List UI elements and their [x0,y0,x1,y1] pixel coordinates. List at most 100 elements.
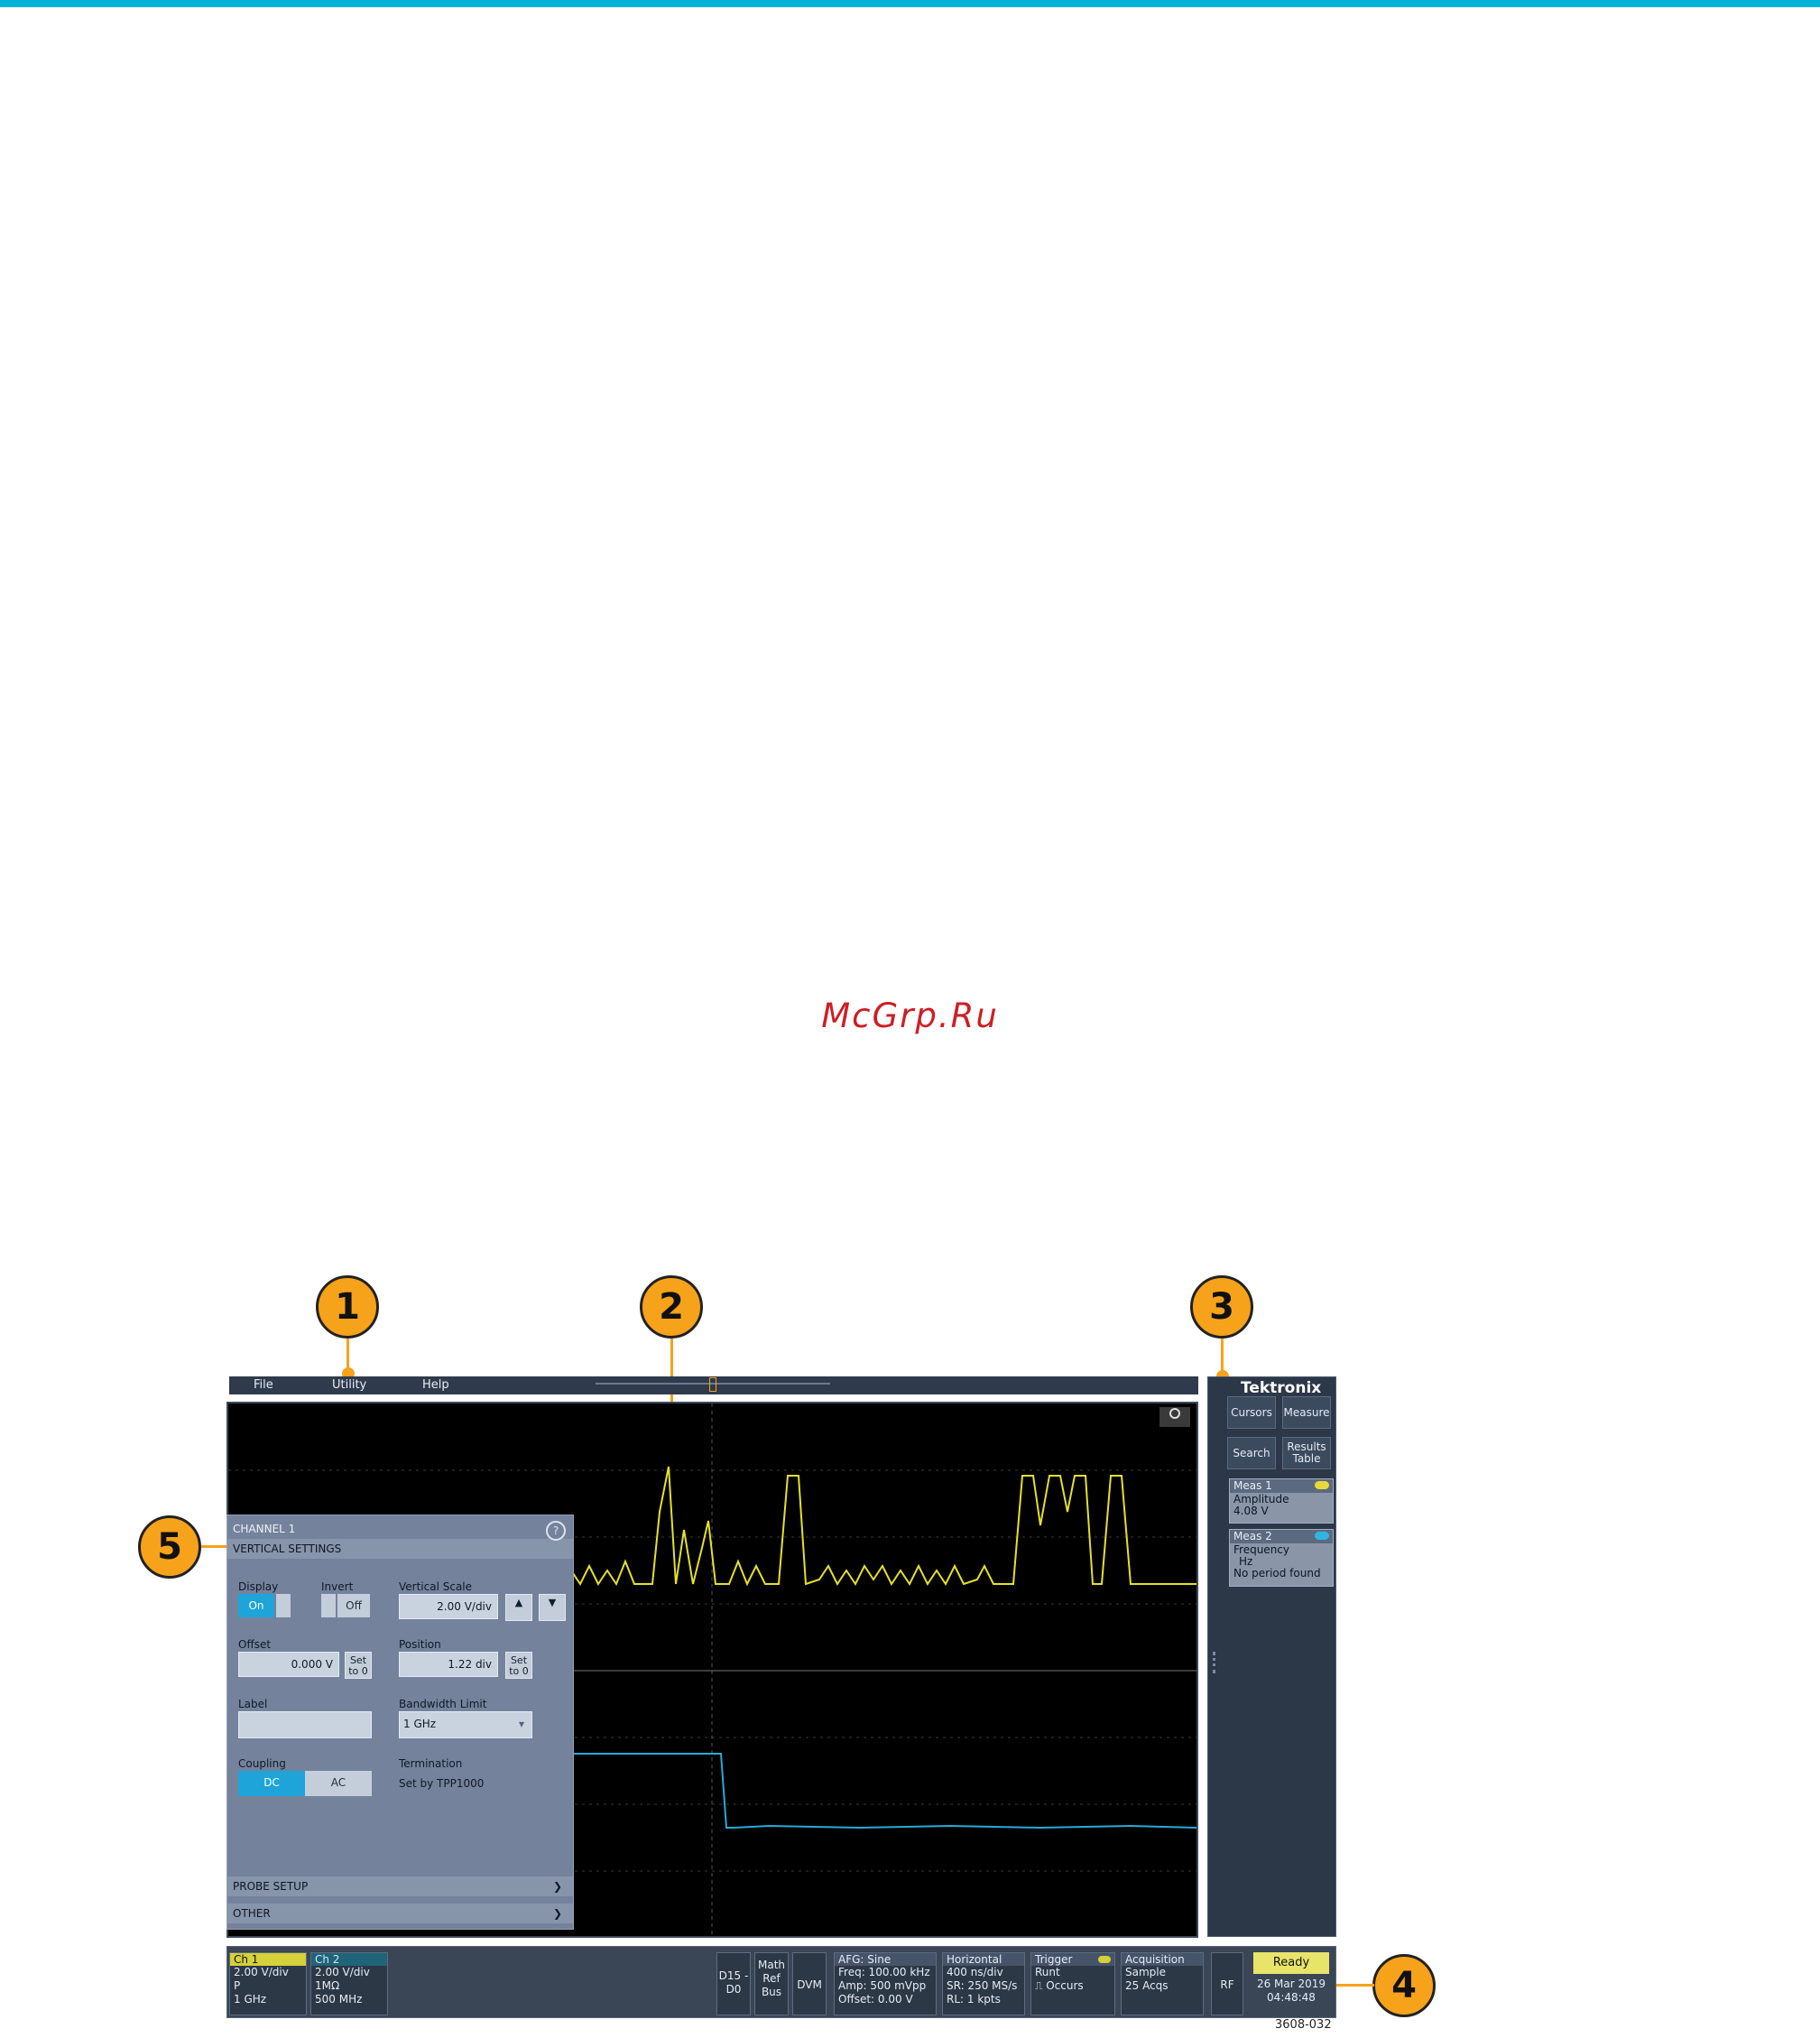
meas-1-value: 4.08 V [1233,1505,1269,1517]
meas-1-source-badge [1315,1481,1329,1489]
trigger-title: Trigger [1035,1953,1073,1966]
acquisition-title: Acquisition [1122,1953,1203,1966]
chevron-right-icon: ❯ [552,1880,562,1893]
cursors-button[interactable]: Cursors [1227,1396,1276,1429]
ch2-badge[interactable]: Ch 2 2.00 V/div 1MΩ 500 MHz [310,1952,388,2015]
scale-up-button[interactable]: ▲ [505,1594,532,1621]
trigger-badge[interactable]: Trigger Runt ⎍ Occurs [1030,1952,1115,2015]
acquisition-badge[interactable]: Acquisition Sample 25 Acqs [1121,1952,1204,2015]
coupling-dc-toggle[interactable]: DC [238,1771,305,1796]
horizontal-scale: 400 ns/div [947,1966,1003,1978]
horizontal-sample-rate: SR: 250 MS/s [947,1979,1018,1992]
dialog-title: CHANNEL 1 [233,1523,296,1535]
help-icon[interactable]: ? [546,1521,566,1541]
meas-2-source-badge [1315,1532,1329,1540]
chevron-down-icon: ▾ [518,1718,524,1730]
invert-label: Invert [321,1580,354,1593]
display-off-toggle[interactable] [276,1594,291,1617]
ch2-impedance: 1MΩ [315,1979,340,1992]
time-text: 04:48:48 [1267,1991,1316,2004]
acquisition-count: 25 Acqs [1125,1979,1169,1992]
menu-file[interactable]: File [254,1378,273,1392]
probe-setup-label: PROBE SETUP [233,1880,309,1893]
measure-button[interactable]: Measure [1282,1396,1331,1429]
termination-value: Set by TPP1000 [399,1777,485,1790]
meas-2-title: Meas 2 [1233,1530,1272,1542]
panel-drag-handle[interactable] [1213,1652,1218,1673]
vertical-scale-label: Vertical Scale [399,1580,473,1593]
meas-1-title: Meas 1 [1233,1479,1272,1492]
callout-3-leader [1221,1339,1224,1375]
afg-badge[interactable]: AFG: Sine Freq: 100.00 kHz Amp: 500 mVpp… [834,1952,937,2015]
menu-help[interactable]: Help [422,1378,449,1392]
scale-down-button[interactable]: ▼ [539,1594,566,1621]
ch2-trace [562,1753,1197,1830]
meas-2-status: No period found [1233,1567,1321,1579]
trigger-condition: ⎍ Occurs [1035,1979,1084,1992]
vertical-scale-input[interactable]: 2.00 V/div [399,1594,498,1619]
results-table-button[interactable]: Results Table [1282,1437,1331,1469]
offset-set-to-0-button[interactable]: Set to 0 [345,1652,372,1679]
menu-utility[interactable]: Utility [332,1378,366,1392]
callout-3: 3 [1190,1275,1253,1339]
acquisition-status-ready: Ready [1253,1952,1329,1974]
label-input[interactable] [238,1711,372,1738]
channel-1-dialog: CHANNEL 1 VERTICAL SETTINGS Display On I… [226,1515,574,1930]
figure-id: 3608-032 [1275,2018,1332,2032]
dvm-button[interactable]: DVM [792,1952,827,2015]
coupling-label: Coupling [238,1757,286,1770]
scope-figure: 1 2 3 4 5 File Utility Help CHANNEL 1 VE… [0,0,1820,2038]
date-text: 26 Mar 2019 [1256,1978,1326,1990]
afg-frequency: Freq: 100.00 kHz [838,1966,930,1978]
meas-1-badge[interactable]: Meas 1 Amplitude 4.08 V [1229,1478,1334,1524]
horizontal-record-length: RL: 1 kpts [947,1993,1001,2006]
position-set-to-0-button[interactable]: Set to 0 [505,1652,532,1679]
trigger-type: Runt [1035,1966,1060,1978]
bandwidth-limit-select[interactable]: 1 GHz ▾ [399,1711,532,1738]
termination-label: Termination [399,1757,463,1770]
digital-channels-button[interactable]: D15 -D0 [716,1952,751,2015]
chevron-right-icon: ❯ [552,1907,562,1920]
probe-setup-header[interactable]: PROBE SETUP ❯ [227,1876,573,1896]
afg-amplitude: Amp: 500 mVpp [838,1979,927,1992]
offset-input[interactable]: 0.000 V [238,1652,339,1677]
ch1-title: Ch 1 [230,1953,306,1966]
magnifier-icon[interactable] [1169,1408,1180,1419]
afg-title: AFG: Sine [835,1953,936,1966]
vertical-settings-header[interactable]: VERTICAL SETTINGS [227,1539,573,1559]
ch1-probe: P [234,1979,241,1992]
ch1-badge[interactable]: Ch 1 2.00 V/div P 1 GHz [229,1952,307,2015]
ch1-scale: 2.00 V/div [234,1966,289,1978]
math-ref-bus-button[interactable]: Math Ref Bus [754,1952,789,2015]
position-input[interactable]: 1.22 div [399,1652,498,1677]
trigger-position-marker [709,1377,716,1392]
offset-label: Offset [238,1638,272,1651]
trigger-source-badge [1098,1956,1111,1963]
display-on-toggle[interactable]: On [238,1594,274,1617]
tektronix-logo: Tektronix [1241,1379,1322,1397]
meas-2-badge[interactable]: Meas 2 Frequency Hz No period found [1229,1529,1334,1587]
other-header[interactable]: OTHER ❯ [227,1904,573,1923]
bandwidth-limit-label: Bandwidth Limit [399,1698,487,1710]
rf-button[interactable]: RF [1211,1952,1243,2015]
date-time-display[interactable]: 26 Mar 2019 04:48:48 [1253,1978,1329,2005]
callout-1: 1 [316,1275,379,1339]
horizontal-title: Horizontal [943,1953,1024,1966]
horizontal-badge[interactable]: Horizontal 400 ns/div SR: 250 MS/s RL: 1… [942,1952,1025,2015]
ch2-scale: 2.00 V/div [315,1966,370,1978]
coupling-ac-toggle[interactable]: AC [305,1771,372,1796]
ch2-bandwidth: 500 MHz [315,1993,363,2006]
display-label: Display [238,1580,279,1593]
invert-off-toggle[interactable]: Off [337,1594,370,1617]
position-label: Position [399,1638,441,1651]
ch1-bandwidth: 1 GHz [234,1993,267,2006]
callout-4: 4 [1372,1954,1436,2017]
search-button[interactable]: Search [1227,1437,1276,1469]
invert-on-toggle[interactable] [321,1594,336,1617]
label-label: Label [238,1698,268,1710]
other-label: OTHER [233,1907,271,1920]
afg-offset: Offset: 0.00 V [838,1993,913,2006]
acquisition-mode: Sample [1125,1966,1166,1978]
callout-5: 5 [138,1515,201,1579]
bandwidth-limit-value: 1 GHz [403,1718,437,1730]
